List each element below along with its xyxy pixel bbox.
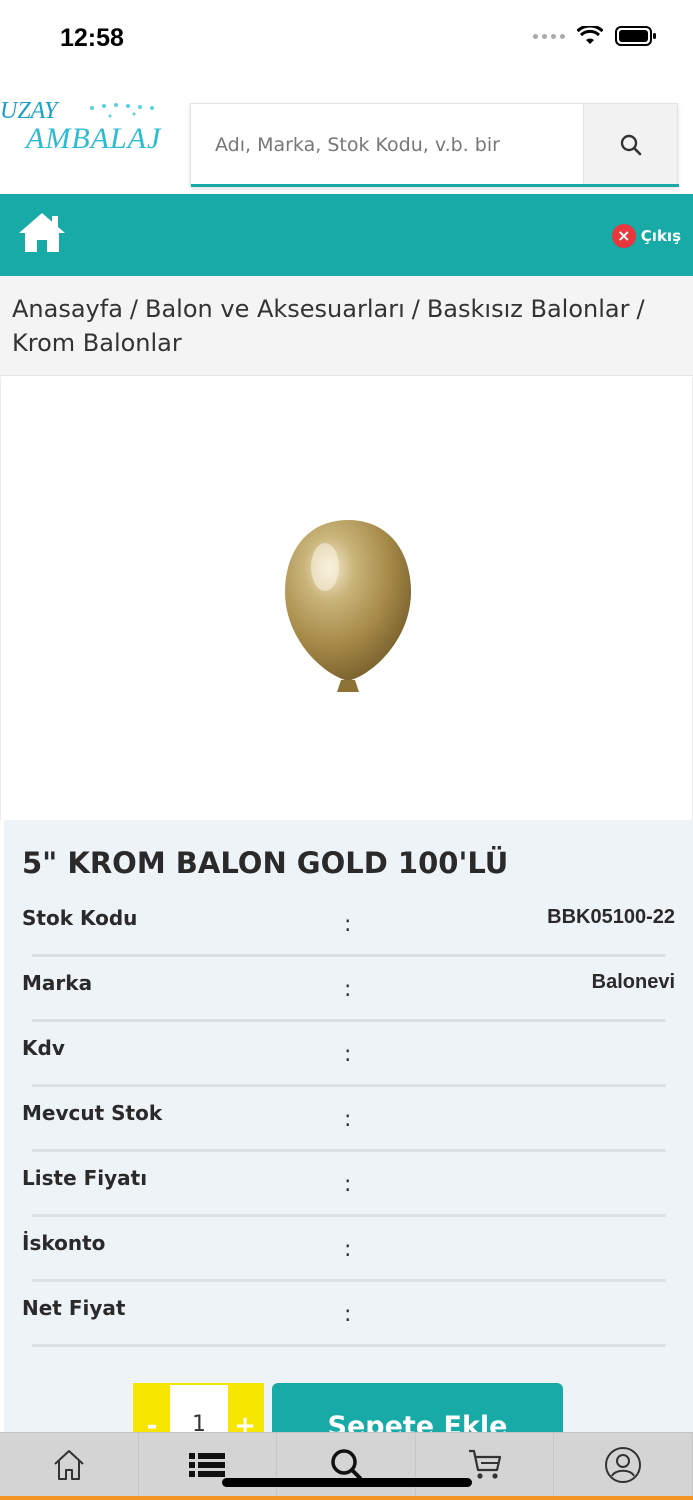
info-row-discount: İskonto : bbox=[4, 1231, 693, 1296]
status-icons bbox=[533, 26, 657, 46]
search-icon bbox=[331, 1449, 362, 1480]
gold-balloon-image bbox=[285, 520, 411, 692]
info-label: Kdv bbox=[22, 1036, 65, 1060]
list-icon bbox=[189, 1453, 226, 1477]
logout-label: Çıkış bbox=[640, 227, 681, 245]
search-input[interactable] bbox=[191, 104, 584, 186]
info-colon: : bbox=[344, 912, 352, 937]
signal-icon bbox=[533, 33, 565, 39]
divider bbox=[32, 1084, 666, 1087]
info-colon: : bbox=[344, 977, 352, 1002]
divider bbox=[32, 1019, 666, 1022]
home-icon bbox=[19, 213, 65, 252]
info-value: Balonevi bbox=[591, 971, 675, 993]
info-label: Stok Kodu bbox=[22, 906, 138, 930]
divider bbox=[32, 1214, 666, 1217]
product-title: 5" KROM BALON GOLD 100'LÜ bbox=[22, 846, 509, 880]
search-box bbox=[190, 103, 679, 187]
status-bar: 12:58 bbox=[0, 0, 693, 76]
search-icon bbox=[620, 134, 641, 156]
status-time: 12:58 bbox=[60, 24, 124, 52]
cart-icon bbox=[468, 1449, 501, 1479]
home-button[interactable] bbox=[16, 210, 68, 256]
tab-bar-accent bbox=[0, 1496, 693, 1500]
info-label: Liste Fiyatı bbox=[22, 1166, 148, 1190]
info-row-brand: Marka : Balonevi bbox=[4, 971, 693, 1036]
breadcrumb: Anasayfa / Balon ve Aksesuarları / Baskısız … bbox=[0, 276, 693, 376]
breadcrumb-home[interactable]: Anasayfa bbox=[12, 295, 123, 323]
tab-cart[interactable] bbox=[416, 1433, 555, 1497]
info-row-net-price: Net Fiyat : bbox=[4, 1296, 693, 1361]
divider bbox=[32, 1344, 666, 1347]
battery-icon bbox=[615, 26, 656, 46]
search-underline bbox=[191, 184, 679, 187]
info-label: Mevcut Stok bbox=[22, 1101, 163, 1125]
wifi-icon bbox=[577, 26, 603, 44]
info-colon: : bbox=[344, 1237, 352, 1262]
info-row-stock: Mevcut Stok : bbox=[4, 1101, 693, 1166]
product-details: 5" KROM BALON GOLD 100'LÜ Stok Kodu : BB… bbox=[4, 820, 693, 1432]
info-row-vat: Kdv : bbox=[4, 1036, 693, 1101]
info-colon: : bbox=[344, 1302, 352, 1327]
info-label: İskonto bbox=[22, 1231, 106, 1255]
close-icon: × bbox=[611, 224, 636, 248]
info-value: BBK05100-22 bbox=[547, 906, 675, 928]
breadcrumb-balloons[interactable]: Balon ve Aksesuarları bbox=[145, 295, 405, 323]
info-row-list-price: Liste Fiyatı : bbox=[4, 1166, 693, 1231]
breadcrumb-plain-balloons[interactable]: Baskısız Balonlar bbox=[427, 295, 630, 323]
brand-logo[interactable]: UZAY AMBALAJ bbox=[0, 86, 180, 166]
divider bbox=[32, 954, 666, 957]
info-label: Marka bbox=[22, 971, 93, 995]
info-colon: : bbox=[344, 1172, 352, 1197]
svg-text:AMBALAJ: AMBALAJ bbox=[24, 122, 162, 155]
info-colon: : bbox=[344, 1042, 352, 1067]
info-colon: : bbox=[344, 1107, 352, 1132]
tab-account[interactable] bbox=[554, 1433, 693, 1497]
user-icon bbox=[605, 1447, 642, 1483]
home-indicator[interactable] bbox=[222, 1478, 472, 1487]
logout-button[interactable]: × Çıkış bbox=[611, 224, 681, 248]
nav-bar: × Çıkış bbox=[0, 194, 693, 276]
tab-home[interactable] bbox=[0, 1433, 139, 1497]
breadcrumb-chrome-balloons[interactable]: Krom Balonlar bbox=[12, 329, 182, 357]
tab-categories[interactable] bbox=[139, 1433, 278, 1497]
tab-search[interactable] bbox=[277, 1433, 416, 1497]
site-header: UZAY AMBALAJ bbox=[0, 76, 693, 194]
home-icon bbox=[54, 1450, 84, 1480]
info-label: Net Fiyat bbox=[22, 1296, 126, 1320]
search-button[interactable] bbox=[583, 104, 677, 186]
info-row-stock-code: Stok Kodu : BBK05100-22 bbox=[4, 906, 693, 971]
bottom-tab-bar bbox=[0, 1432, 693, 1500]
product-image[interactable] bbox=[0, 377, 693, 820]
svg-text:UZAY: UZAY bbox=[0, 98, 60, 124]
divider bbox=[32, 1279, 666, 1282]
divider bbox=[32, 1149, 666, 1152]
